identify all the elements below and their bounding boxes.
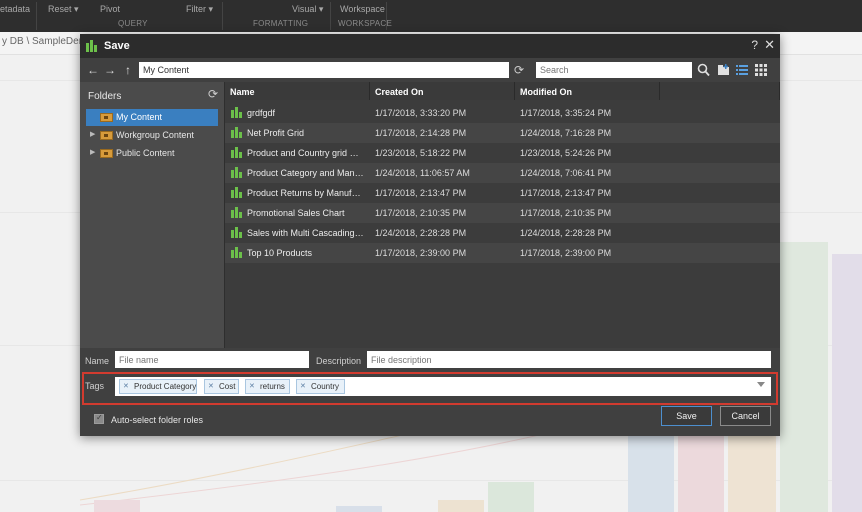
tag-chip: ✕ returns xyxy=(245,379,290,394)
folder-my-content[interactable]: My Content xyxy=(86,109,218,126)
folder-icon xyxy=(100,131,113,140)
file-name: Top 10 Products xyxy=(247,248,313,258)
file-list: Name Created On Modified On grdfgdf 1/17… xyxy=(225,82,780,348)
help-button[interactable]: ? xyxy=(751,38,758,52)
tag-label: returns xyxy=(260,382,285,391)
new-folder-icon[interactable] xyxy=(718,64,730,76)
file-row[interactable]: Product Returns by Manufac... 1/17/2018,… xyxy=(225,183,780,203)
remove-tag-icon[interactable]: ✕ xyxy=(123,382,129,390)
remove-tag-icon[interactable]: ✕ xyxy=(249,382,255,390)
dialog-title: Save xyxy=(104,40,130,52)
file-created: 1/17/2018, 3:33:20 PM xyxy=(375,108,467,118)
tags-input[interactable]: ✕ Product Category ✕ Cost ✕ returns ✕ Co… xyxy=(115,377,771,396)
search-input[interactable] xyxy=(536,62,692,78)
column-header-modified[interactable]: Modified On xyxy=(515,82,660,100)
column-header-created[interactable]: Created On xyxy=(370,82,515,100)
file-modified: 1/17/2018, 2:10:35 PM xyxy=(520,208,612,218)
tag-chip: ✕ Country xyxy=(296,379,345,394)
expand-arrow-icon[interactable]: ▶ xyxy=(90,148,95,156)
tags-dropdown-caret-icon[interactable] xyxy=(757,382,765,387)
folder-label: My Content xyxy=(116,112,163,122)
folder-workgroup-content[interactable]: ▶ Workgroup Content xyxy=(86,127,218,144)
auto-select-label: Auto-select folder roles xyxy=(111,415,204,425)
name-label: Name xyxy=(85,356,110,366)
save-button[interactable]: Save xyxy=(661,406,712,426)
file-modified: 1/17/2018, 2:39:00 PM xyxy=(520,248,612,258)
file-created: 1/24/2018, 11:06:57 AM xyxy=(375,168,470,178)
folder-label: Workgroup Content xyxy=(116,130,194,140)
tag-chip: ✕ Product Category xyxy=(119,379,197,394)
folders-panel: Folders ⟳ My Content ▶ Workgroup Content… xyxy=(80,82,225,348)
file-row[interactable]: Promotional Sales Chart 1/17/2018, 2:10:… xyxy=(225,203,780,223)
remove-tag-icon[interactable]: ✕ xyxy=(300,382,306,390)
chart-icon xyxy=(231,167,242,178)
back-arrow-icon[interactable]: ← xyxy=(86,63,100,77)
column-header-empty xyxy=(660,82,780,100)
description-label: Description xyxy=(316,356,362,366)
grid-view-icon[interactable] xyxy=(755,64,767,76)
folders-refresh-icon[interactable]: ⟳ xyxy=(208,87,218,101)
chart-icon xyxy=(231,207,242,218)
file-row[interactable]: Product Category and Manu... 1/24/2018, … xyxy=(225,163,780,183)
file-created: 1/24/2018, 2:28:28 PM xyxy=(375,228,467,238)
file-name: Product and Country grid wi... xyxy=(247,148,365,158)
file-row[interactable]: Product and Country grid wi... 1/23/2018… xyxy=(225,143,780,163)
folder-icon xyxy=(100,149,113,158)
folder-label: Public Content xyxy=(116,148,175,158)
file-modified: 1/17/2018, 2:13:47 PM xyxy=(520,188,612,198)
chart-icon xyxy=(231,127,242,138)
file-row[interactable]: Sales with Multi Cascading S... 1/24/201… xyxy=(225,223,780,243)
file-name: Promotional Sales Chart xyxy=(247,208,345,218)
cancel-button[interactable]: Cancel xyxy=(720,406,771,426)
file-created: 1/23/2018, 5:18:22 PM xyxy=(375,148,467,158)
file-modified: 1/17/2018, 3:35:24 PM xyxy=(520,108,612,118)
chart-icon xyxy=(231,187,242,198)
remove-tag-icon[interactable]: ✕ xyxy=(208,382,214,390)
chart-icon xyxy=(231,147,242,158)
tag-label: Country xyxy=(311,382,340,391)
auto-select-checkbox[interactable] xyxy=(94,413,104,424)
forward-arrow-icon[interactable]: → xyxy=(103,63,117,77)
file-created: 1/17/2018, 2:10:35 PM xyxy=(375,208,467,218)
file-name: Net Profit Grid xyxy=(247,128,305,138)
chart-icon xyxy=(231,107,242,118)
tag-chip: ✕ Cost xyxy=(204,379,239,394)
file-description-input[interactable] xyxy=(367,351,771,368)
file-created: 1/17/2018, 2:39:00 PM xyxy=(375,248,467,258)
file-row[interactable]: grdfgdf 1/17/2018, 3:33:20 PM 1/17/2018,… xyxy=(225,103,780,123)
tags-label: Tags xyxy=(85,381,105,391)
list-view-icon[interactable] xyxy=(736,64,748,76)
tag-label: Product Category xyxy=(134,382,197,391)
search-icon[interactable] xyxy=(697,63,710,77)
folders-title: Folders xyxy=(88,91,122,102)
refresh-icon[interactable]: ⟳ xyxy=(512,62,526,78)
up-arrow-icon[interactable]: ↑ xyxy=(121,63,135,77)
file-modified: 1/24/2018, 7:06:41 PM xyxy=(520,168,612,178)
expand-arrow-icon[interactable]: ▶ xyxy=(90,130,95,138)
file-row[interactable]: Top 10 Products 1/17/2018, 2:39:00 PM 1/… xyxy=(225,243,780,263)
file-name: grdfgdf xyxy=(247,108,276,118)
chart-icon xyxy=(231,227,242,238)
close-button[interactable]: ✕ xyxy=(764,37,775,53)
chart-icon xyxy=(86,40,97,52)
folder-public-content[interactable]: ▶ Public Content xyxy=(86,145,218,162)
file-created: 1/17/2018, 2:13:47 PM xyxy=(375,188,467,198)
file-created: 1/17/2018, 2:14:28 PM xyxy=(375,128,467,138)
tag-label: Cost xyxy=(219,382,236,391)
file-modified: 1/23/2018, 5:24:26 PM xyxy=(520,148,612,158)
dialog-titlebar: Save ? ✕ xyxy=(80,34,780,58)
file-name-input[interactable] xyxy=(115,351,309,368)
dialog-toolbar: ← → ↑ ⟳ xyxy=(80,58,780,82)
file-name: Product Category and Manu... xyxy=(247,168,365,178)
file-name: Product Returns by Manufac... xyxy=(247,188,365,198)
path-input[interactable] xyxy=(139,62,509,78)
save-dialog: Save ? ✕ ← → ↑ ⟳ Folders ⟳ xyxy=(80,34,780,436)
file-modified: 1/24/2018, 2:28:28 PM xyxy=(520,228,612,238)
column-header-name[interactable]: Name xyxy=(225,82,370,100)
file-name: Sales with Multi Cascading S... xyxy=(247,228,365,238)
folder-icon xyxy=(100,113,113,122)
file-row[interactable]: Net Profit Grid 1/17/2018, 2:14:28 PM 1/… xyxy=(225,123,780,143)
file-modified: 1/24/2018, 7:16:28 PM xyxy=(520,128,612,138)
chart-icon xyxy=(231,247,242,258)
